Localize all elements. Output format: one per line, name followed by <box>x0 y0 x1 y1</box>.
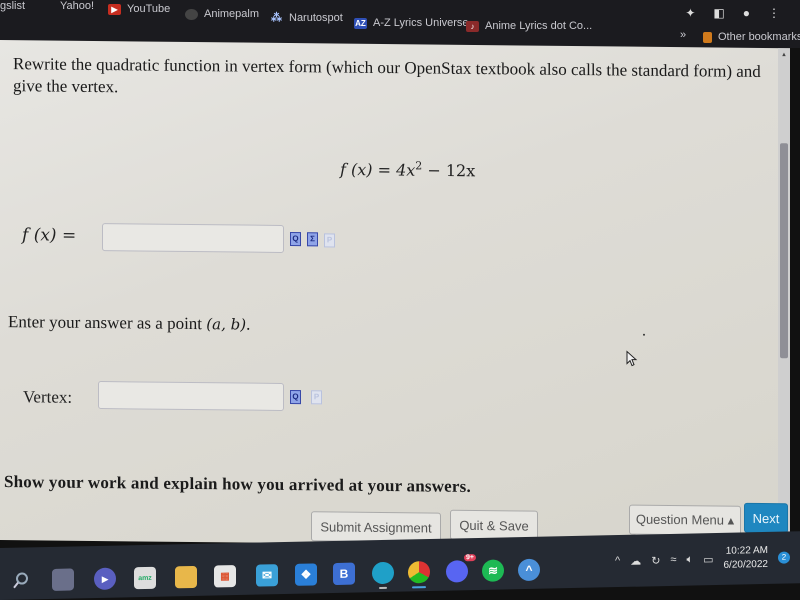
show-work-heading: Show your work and explain how you arriv… <box>4 472 471 496</box>
vertex-form-input[interactable] <box>102 223 284 253</box>
discord-icon[interactable]: 9+ <box>446 554 476 583</box>
bookmark-youtube[interactable]: ▶ YouTube <box>108 3 170 15</box>
vertex-input[interactable] <box>98 381 284 411</box>
equation-editor-icon[interactable]: Σ <box>307 232 318 247</box>
animelyrics-icon: ♪ <box>466 20 479 32</box>
folder-icon <box>703 31 712 43</box>
system-tray: ^ ☁ ↻ ≈ 🔈︎ ▭ 10:22 AM 6/20/2022 2 <box>615 531 790 587</box>
bookmark-label: Animepalm <box>204 8 260 20</box>
file-explorer-icon[interactable] <box>175 565 197 589</box>
task-view-icon[interactable] <box>52 568 74 591</box>
clock-time: 10:22 AM <box>725 544 768 557</box>
nordvpn-icon[interactable]: ^ <box>518 558 540 582</box>
instruction-point: (a, b) <box>206 315 247 334</box>
vertex-label: Vertex: <box>23 387 73 407</box>
dropbox-icon[interactable]: ❖ <box>295 563 317 586</box>
other-bookmarks[interactable]: Other bookmarks <box>703 31 800 43</box>
globe-icon <box>185 8 198 20</box>
bookmark-label: YouTube <box>127 3 171 15</box>
formula-term-b: − 12x <box>422 160 476 181</box>
assignment-page: ▲ Rewrite the quadratic function in vert… <box>0 40 790 549</box>
amazon-icon[interactable]: amz <box>134 566 156 590</box>
function-formula: f (x) = 4x2 − 12x <box>340 159 476 181</box>
question-menu-button[interactable]: Question Menu ▴ <box>629 504 741 536</box>
wifi-icon[interactable]: ≈ <box>670 554 676 566</box>
meet-icon[interactable]: ▸ <box>94 567 116 591</box>
scroll-thumb[interactable] <box>780 143 788 359</box>
menu-icon[interactable]: ⋮ <box>768 6 780 20</box>
narutospot-icon: ⁂ <box>271 11 282 24</box>
mail-icon[interactable]: ✉ <box>256 564 278 587</box>
search-icon[interactable] <box>10 569 32 591</box>
other-bookmarks-label: Other bookmarks <box>718 31 800 43</box>
instruction-period: . <box>246 314 251 334</box>
preview-icon[interactable]: Q <box>290 232 301 247</box>
sync-icon[interactable]: ↻ <box>651 554 660 567</box>
bookmark-label: A-Z Lyrics Universe <box>373 17 469 29</box>
bookmark-azlyrics[interactable]: AZ A-Z Lyrics Universe <box>354 17 469 29</box>
onedrive-error-icon[interactable]: ☁ <box>630 554 641 567</box>
b-app-icon[interactable]: B <box>333 562 355 586</box>
spotify-icon[interactable]: ≋ <box>482 559 504 582</box>
edge-icon[interactable] <box>372 561 394 590</box>
discord-badge: 9+ <box>464 554 476 562</box>
pdf-icon: P <box>311 390 322 405</box>
chrome-icon[interactable] <box>408 560 430 589</box>
bookmark-animepalm[interactable]: Animepalm <box>185 8 259 20</box>
battery-icon[interactable]: ▭ <box>703 553 713 566</box>
preview-icon[interactable]: Q <box>290 390 301 405</box>
bookmark-label: gslist <box>0 0 26 12</box>
volume-icon[interactable]: 🔈︎ <box>686 553 693 566</box>
formula-term-a: 4x <box>396 160 416 180</box>
next-button[interactable]: Next <box>744 502 788 534</box>
extensions-icon[interactable]: ✦ <box>685 6 695 20</box>
taskbar: ▸ amz ▦ ✉ ❖ B 9+ ≋ ^ ^ ☁ ↻ ≈ 🔈︎ ▭ 10:22 … <box>0 531 800 600</box>
bookmark-label: Yahoo! <box>60 0 95 12</box>
clock[interactable]: 10:22 AM 6/20/2022 <box>724 544 769 573</box>
scroll-up-icon[interactable]: ▲ <box>781 52 787 58</box>
bookmark-gslist[interactable]: gslist <box>0 0 25 12</box>
tray-overflow-icon[interactable]: ^ <box>615 555 620 567</box>
question-prompt: Rewrite the quadratic function in vertex… <box>13 54 761 97</box>
azlyrics-icon: AZ <box>354 17 367 29</box>
overflow-label: » <box>680 29 687 41</box>
formula-lhs: f (x) = <box>340 159 397 180</box>
scrollbar[interactable]: ▲ <box>778 48 790 549</box>
profile-icon[interactable]: ● <box>743 6 750 20</box>
bookmark-narutospot[interactable]: ⁂ Narutospot <box>270 12 343 24</box>
store-icon[interactable]: ▦ <box>214 565 236 588</box>
clock-date: 6/20/2022 <box>723 558 769 571</box>
bookmark-animelyrics[interactable]: ♪ Anime Lyrics dot Co... <box>466 20 592 32</box>
submit-assignment-button[interactable]: Submit Assignment <box>311 511 441 543</box>
screen-speck <box>643 333 645 336</box>
quit-save-button[interactable]: Quit & Save <box>450 509 538 541</box>
side-panel-icon[interactable]: ◧ <box>713 6 724 20</box>
browser-toolbar: ✦ ◧ ● ⋮ <box>685 6 780 20</box>
bookmarks-overflow-button[interactable]: » <box>680 29 686 41</box>
fx-label: f (x) = <box>22 225 77 246</box>
bookmark-label: Narutospot <box>289 12 343 24</box>
youtube-icon: ▶ <box>108 3 121 15</box>
bookmark-label: Anime Lyrics dot Co... <box>485 20 593 32</box>
instruction-text: Enter your answer as a point <box>8 312 207 334</box>
pdf-icon: P <box>324 233 335 248</box>
bookmark-yahoo[interactable]: Yahoo! <box>60 0 94 12</box>
point-instruction: Enter your answer as a point (a, b). <box>8 312 250 335</box>
notification-badge[interactable]: 2 <box>778 551 790 564</box>
